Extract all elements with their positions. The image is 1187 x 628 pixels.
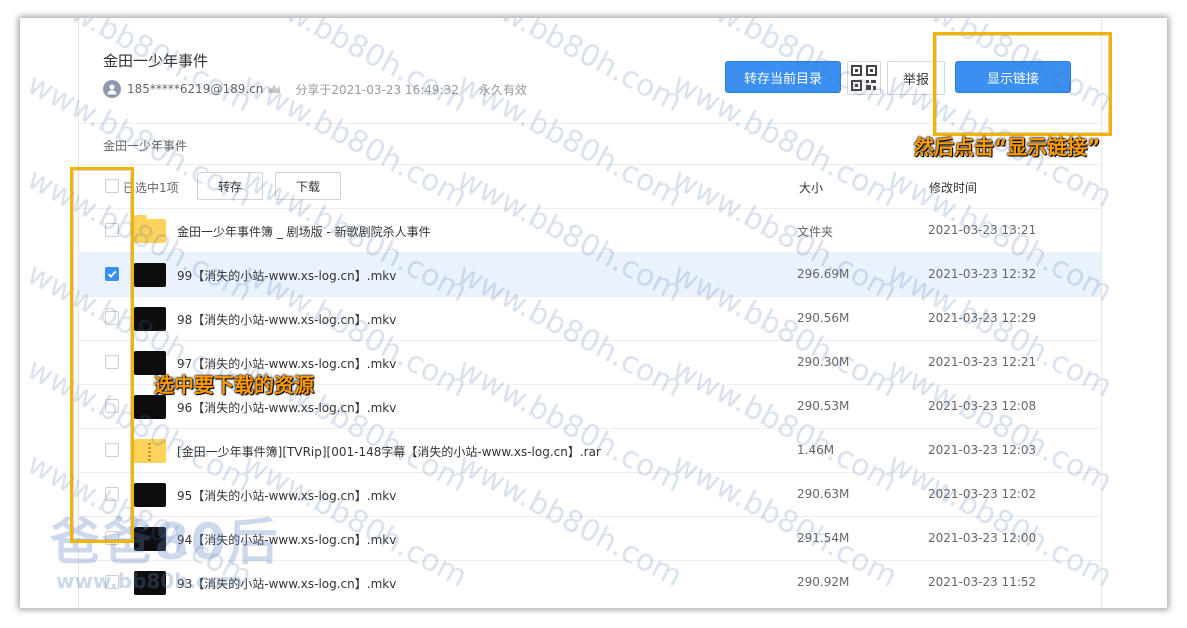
table-header: 已选中1项 转存 下载 大小 修改时间	[79, 164, 1101, 208]
file-modified-time: 2021-03-23 12:03	[928, 443, 1037, 457]
archive-file-icon	[134, 439, 166, 463]
file-size: 290.30M	[797, 355, 850, 369]
file-modified-time: 2021-03-23 12:00	[928, 531, 1037, 545]
file-modified-time: 2021-03-23 12:21	[928, 355, 1037, 369]
download-button[interactable]: 下载	[275, 172, 341, 200]
file-modified-time: 2021-03-23 12:29	[928, 311, 1037, 325]
save-to-current-dir-button[interactable]: 转存当前目录	[725, 61, 841, 93]
video-file-icon	[134, 263, 166, 287]
table-row[interactable]: 金田一少年事件簿 _ 剧场版 - 新歌剧院杀人事件 文件夹 2021-03-23 1…	[79, 208, 1101, 252]
file-modified-time: 2021-03-23 12:02	[928, 487, 1037, 501]
transfer-button[interactable]: 转存	[197, 172, 263, 200]
screenshot-frame: 金田一少年事件 185*****6219@189.cn 分享于2021-03-2…	[20, 18, 1167, 608]
expire-status: 永久有效	[478, 82, 527, 97]
file-name[interactable]: 96【消失的小站-www.xs-log.cn】.mkv	[177, 399, 396, 416]
annotation-select-resource: 选中要下载的资源	[154, 373, 314, 397]
highlight-box-show-link	[933, 32, 1112, 136]
file-size: 1.46M	[797, 443, 835, 457]
share-meta: 185*****6219@189.cn 分享于2021-03-23 16:49:…	[103, 79, 527, 99]
file-name[interactable]: 金田一少年事件簿 _ 剧场版 - 新歌剧院杀人事件	[177, 223, 431, 240]
file-size: 文件夹	[797, 225, 834, 239]
file-modified-time: 2021-03-23 13:21	[928, 223, 1037, 237]
file-size: 290.92M	[797, 575, 850, 589]
share-title: 金田一少年事件	[103, 52, 209, 70]
file-size: 290.56M	[797, 311, 850, 325]
file-modified-time: 2021-03-23 12:08	[928, 399, 1037, 413]
shared-time: 分享于2021-03-23 16:49:32	[295, 82, 459, 97]
table-row[interactable]: [金田一少年事件簿][TVRip][001-148字幕【消失的小站-www.xs…	[79, 428, 1101, 472]
file-size: 291.54M	[797, 531, 850, 545]
file-size: 296.69M	[797, 267, 850, 281]
qr-code-button[interactable]	[847, 61, 881, 95]
user-avatar-icon	[103, 80, 121, 98]
folder-icon	[134, 215, 166, 243]
file-name[interactable]: 98【消失的小站-www.xs-log.cn】.mkv	[177, 311, 396, 328]
breadcrumb[interactable]: 金田一少年事件	[103, 137, 187, 154]
table-row[interactable]: 99【消失的小站-www.xs-log.cn】.mkv 296.69M 2021-0…	[79, 252, 1101, 296]
file-size: 290.63M	[797, 487, 850, 501]
column-header-size[interactable]: 大小	[799, 179, 823, 196]
watermark-logo-url: www.bb80h.com	[56, 569, 243, 593]
file-modified-time: 2021-03-23 12:32	[928, 267, 1037, 281]
user-account: 185*****6219@189.cn	[127, 82, 264, 96]
file-name[interactable]: 99【消失的小站-www.xs-log.cn】.mkv	[177, 267, 396, 284]
crown-icon	[268, 84, 281, 93]
qr-code-icon	[851, 65, 877, 91]
annotation-show-link: 然后点击“显示链接”	[914, 135, 1101, 159]
file-size: 290.53M	[797, 399, 850, 413]
highlight-box-checkboxes	[70, 167, 134, 543]
video-file-icon	[134, 307, 166, 331]
table-row[interactable]: 98【消失的小站-www.xs-log.cn】.mkv 290.56M 2021-0…	[79, 296, 1101, 340]
file-modified-time: 2021-03-23 11:52	[928, 575, 1037, 589]
column-header-modified-time[interactable]: 修改时间	[929, 179, 977, 196]
video-file-icon	[134, 395, 166, 419]
file-name[interactable]: [金田一少年事件簿][TVRip][001-148字幕【消失的小站-www.xs…	[177, 443, 601, 460]
